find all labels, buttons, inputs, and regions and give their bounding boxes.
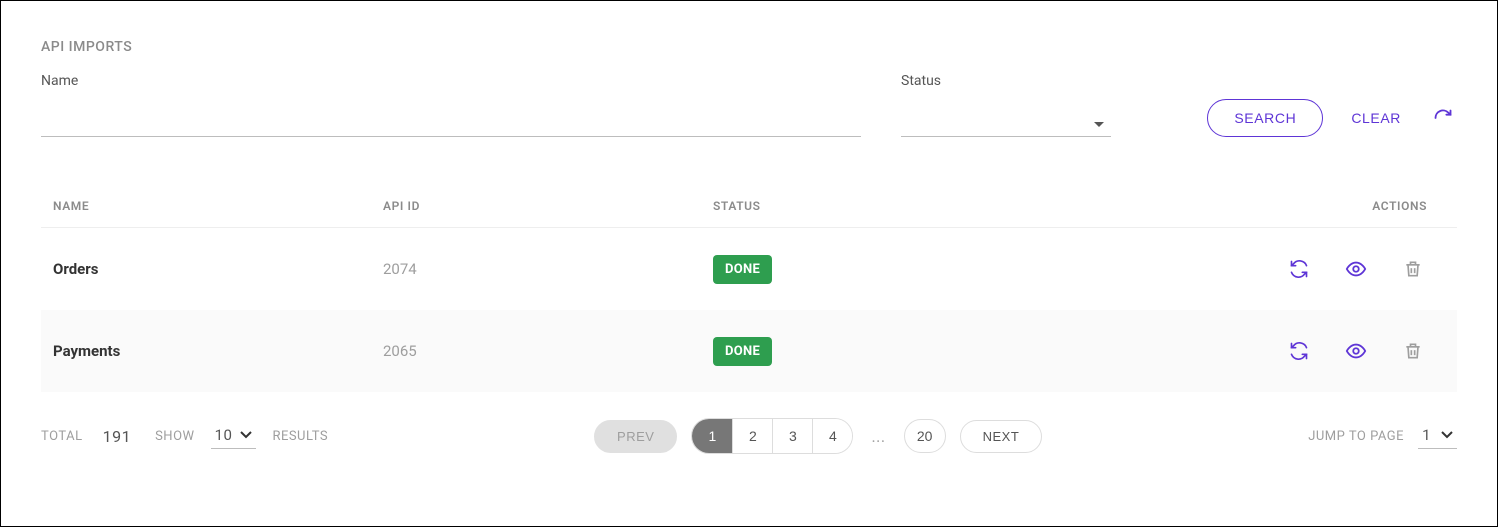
clear-button[interactable]: CLEAR [1351, 110, 1401, 126]
cell-status: DONE [701, 310, 1217, 392]
status-badge: DONE [713, 337, 772, 366]
cell-api-id: 2074 [371, 228, 701, 311]
total-label: TOTAL [41, 429, 83, 444]
page-button-1[interactable]: 1 [692, 419, 732, 453]
row-actions [1229, 254, 1445, 284]
status-filter-label: Status [901, 73, 1111, 89]
pagination: PREV 1234 ... 20 NEXT [594, 418, 1042, 454]
status-badge: DONE [713, 255, 772, 284]
row-actions [1229, 336, 1445, 366]
col-header-name: NAME [41, 185, 371, 228]
col-header-api-id: API ID [371, 185, 701, 228]
jump-page-value: 1 [1422, 426, 1431, 444]
chevron-down-icon [240, 431, 252, 439]
view-button[interactable] [1341, 336, 1371, 366]
cell-name: Orders [41, 228, 371, 311]
view-button[interactable] [1341, 254, 1371, 284]
total-value: 191 [103, 427, 131, 446]
next-page-button[interactable]: NEXT [960, 420, 1043, 453]
name-filter-label: Name [41, 73, 861, 89]
page-button-3[interactable]: 3 [772, 419, 812, 453]
refresh-button[interactable] [1429, 104, 1457, 132]
cell-api-id: 2065 [371, 310, 701, 392]
show-label: SHOW [155, 429, 194, 444]
status-filter-field: Status [901, 73, 1111, 137]
page-number-group: 1234 [691, 418, 853, 454]
col-header-status: STATUS [701, 185, 1217, 228]
col-header-actions: ACTIONS [1217, 185, 1457, 228]
page-size-select[interactable]: 10 [211, 424, 257, 449]
jump-label: JUMP TO PAGE [1308, 429, 1404, 444]
trash-icon [1403, 259, 1423, 279]
status-filter-select[interactable] [901, 107, 1111, 137]
sync-icon [1289, 259, 1309, 279]
name-filter-field: Name [41, 73, 861, 137]
section-title: API IMPORTS [41, 39, 1457, 55]
resync-button[interactable] [1285, 255, 1313, 283]
search-button[interactable]: SEARCH [1207, 99, 1323, 137]
page-button-4[interactable]: 4 [812, 419, 852, 453]
delete-button[interactable] [1399, 337, 1427, 365]
page-button-2[interactable]: 2 [732, 419, 772, 453]
chevron-down-icon [1441, 431, 1453, 439]
trash-icon [1403, 341, 1423, 361]
last-page-button[interactable]: 20 [904, 419, 946, 453]
table-row: Orders2074 DONE [41, 228, 1457, 311]
eye-icon [1345, 340, 1367, 362]
eye-icon [1345, 258, 1367, 280]
imports-table: NAME API ID STATUS ACTIONS Orders2074 DON… [41, 185, 1457, 392]
pagination-ellipsis: ... [867, 427, 889, 446]
cell-status: DONE [701, 228, 1217, 311]
delete-button[interactable] [1399, 255, 1427, 283]
table-footer: TOTAL 191 SHOW 10 RESULTS PREV 1234 ... … [41, 418, 1457, 454]
sync-icon [1289, 341, 1309, 361]
refresh-icon [1433, 108, 1453, 128]
filter-actions: SEARCH CLEAR [1207, 99, 1457, 137]
jump-to-page: JUMP TO PAGE 1 [1308, 424, 1457, 449]
cell-name: Payments [41, 310, 371, 392]
name-filter-input[interactable] [41, 107, 861, 137]
prev-page-button[interactable]: PREV [594, 420, 677, 453]
table-row: Payments2065 DONE [41, 310, 1457, 392]
page-size-value: 10 [215, 426, 233, 444]
resync-button[interactable] [1285, 337, 1313, 365]
filters-row: Name Status SEARCH CLEAR [41, 73, 1457, 137]
jump-page-select[interactable]: 1 [1418, 424, 1457, 449]
results-label: RESULTS [272, 429, 328, 444]
